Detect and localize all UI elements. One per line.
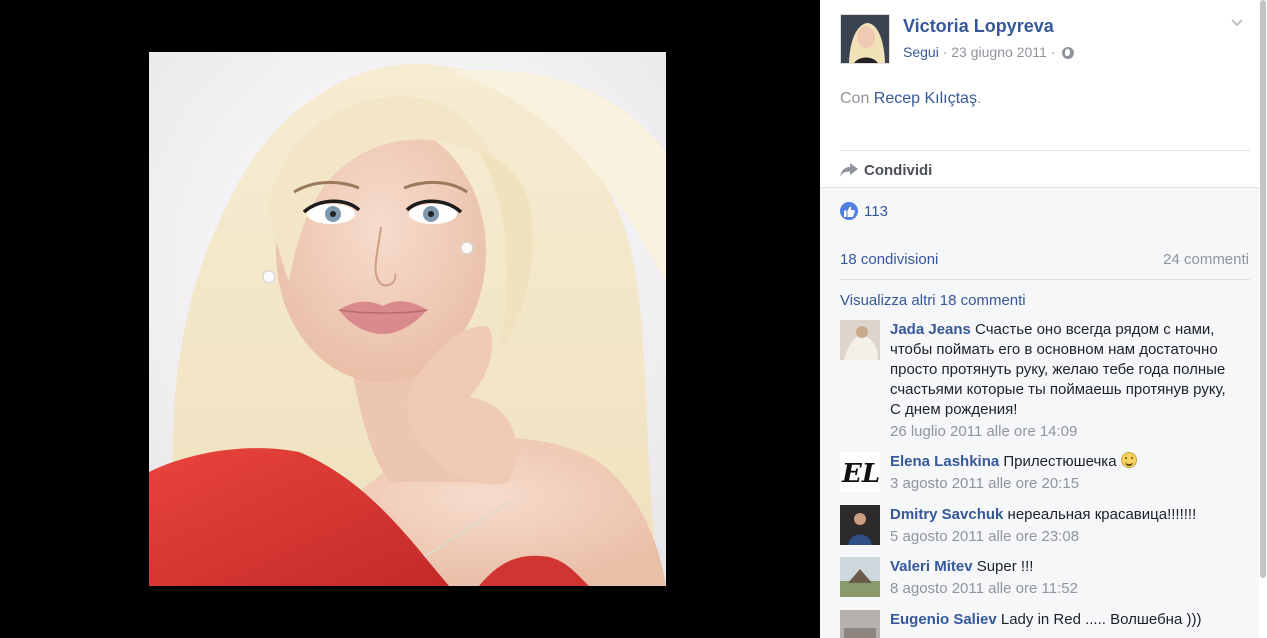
tagged-prefix: Con [840, 90, 874, 107]
likes-summary[interactable]: 113 [840, 202, 888, 220]
commenter-avatar-image [840, 557, 880, 597]
meta-separator: · [938, 44, 952, 60]
comment-body: Eugenio Saliev Lady in Red ..... Волшебн… [890, 610, 1240, 630]
tagged-suffix: . [976, 90, 982, 107]
likes-count: 113 [864, 202, 888, 220]
commenter-avatar[interactable]: EL [840, 452, 880, 492]
comment-body: Elena Lashkina Прилестюшечка 3 agosto 20… [890, 452, 1240, 494]
share-button[interactable]: Condividi [840, 158, 932, 182]
comment-body: Jada Jeans Счастье оно всегда рядом с на… [890, 320, 1240, 442]
comment-author-link[interactable]: Dmitry Savchuk [890, 506, 1003, 523]
scrollbar[interactable] [1259, 0, 1267, 638]
comment-author-link[interactable]: Eugenio Saliev [890, 611, 997, 628]
comment-text: Super !!! [972, 558, 1034, 575]
photo-viewer [0, 0, 820, 638]
meta-separator-2: · [1046, 44, 1060, 60]
comment-body: Dmitry Savchuk нереальная красавица!!!!!… [890, 505, 1240, 547]
commenter-avatar-image [840, 505, 880, 545]
author-name-link[interactable]: Victoria Lopyreva [903, 16, 1054, 37]
share-label: Condividi [864, 161, 933, 179]
view-more-comments-link[interactable]: Visualizza altri 18 commenti [840, 292, 1026, 309]
thumbs-up-glyph [843, 206, 855, 217]
divider [840, 150, 1250, 151]
post-date-link[interactable]: 23 giugno 2011 [951, 44, 1047, 60]
comment-author-link[interactable]: Elena Lashkina [890, 453, 999, 470]
tagged-person-link[interactable]: Recep Kılıçtaş [874, 90, 977, 107]
commenter-avatar-image [840, 320, 880, 360]
commenter-avatar[interactable] [840, 320, 880, 360]
globe-icon[interactable] [1062, 47, 1075, 59]
comments-count-link[interactable]: 24 commenti [1163, 251, 1249, 268]
shares-count-link[interactable]: 18 condivisioni [840, 251, 938, 268]
comment-author-link[interactable]: Valeri Mitev [890, 558, 973, 575]
tagged-line: Con Recep Kılıçtaş. [840, 90, 981, 108]
chevron-down-icon[interactable] [1230, 16, 1244, 30]
comment-text: нереальная красавица!!!!!!! [1003, 506, 1197, 523]
author-avatar[interactable] [840, 14, 890, 64]
scrollbar-thumb[interactable] [1260, 0, 1266, 578]
comment-time-link[interactable]: 3 agosto 2011 alle ore 20:15 [890, 474, 1240, 494]
divider [840, 279, 1250, 280]
post-photo[interactable] [149, 52, 666, 586]
like-icon [840, 202, 858, 220]
commenter-avatar-image: EL [840, 452, 880, 492]
post-sidebar: Victoria Lopyreva Segui · 23 giugno 2011… [820, 0, 1267, 638]
comment-time-link[interactable]: 5 agosto 2011 alle ore 23:08 [890, 527, 1240, 547]
post-meta: Segui · 23 giugno 2011 · [903, 44, 1075, 60]
commenter-avatar[interactable] [840, 610, 880, 638]
commenter-avatar[interactable] [840, 505, 880, 545]
commenter-avatar[interactable] [840, 557, 880, 597]
reactions-and-comments: 113 18 condivisioni 24 commenti Visualiz… [820, 187, 1259, 638]
monogram-logo: EL [841, 459, 880, 489]
portrait-illustration [149, 52, 666, 586]
share-arrow-icon [840, 163, 858, 177]
comment-time-link[interactable]: 26 luglio 2011 alle ore 14:09 [890, 422, 1240, 442]
commenter-avatar-image [840, 610, 880, 638]
comment-body: Valeri Mitev Super !!! 8 agosto 2011 all… [890, 557, 1240, 599]
follow-link[interactable]: Segui [903, 44, 939, 60]
smiley-icon [1120, 452, 1137, 468]
author-avatar-image [841, 15, 889, 63]
comment-text: Прилестюшечка [999, 453, 1121, 470]
comment-text: Lady in Red ..... Волшебна ))) [996, 611, 1202, 628]
comment-author-link[interactable]: Jada Jeans [890, 321, 971, 338]
comment-time-link[interactable]: 8 agosto 2011 alle ore 11:52 [890, 579, 1240, 599]
